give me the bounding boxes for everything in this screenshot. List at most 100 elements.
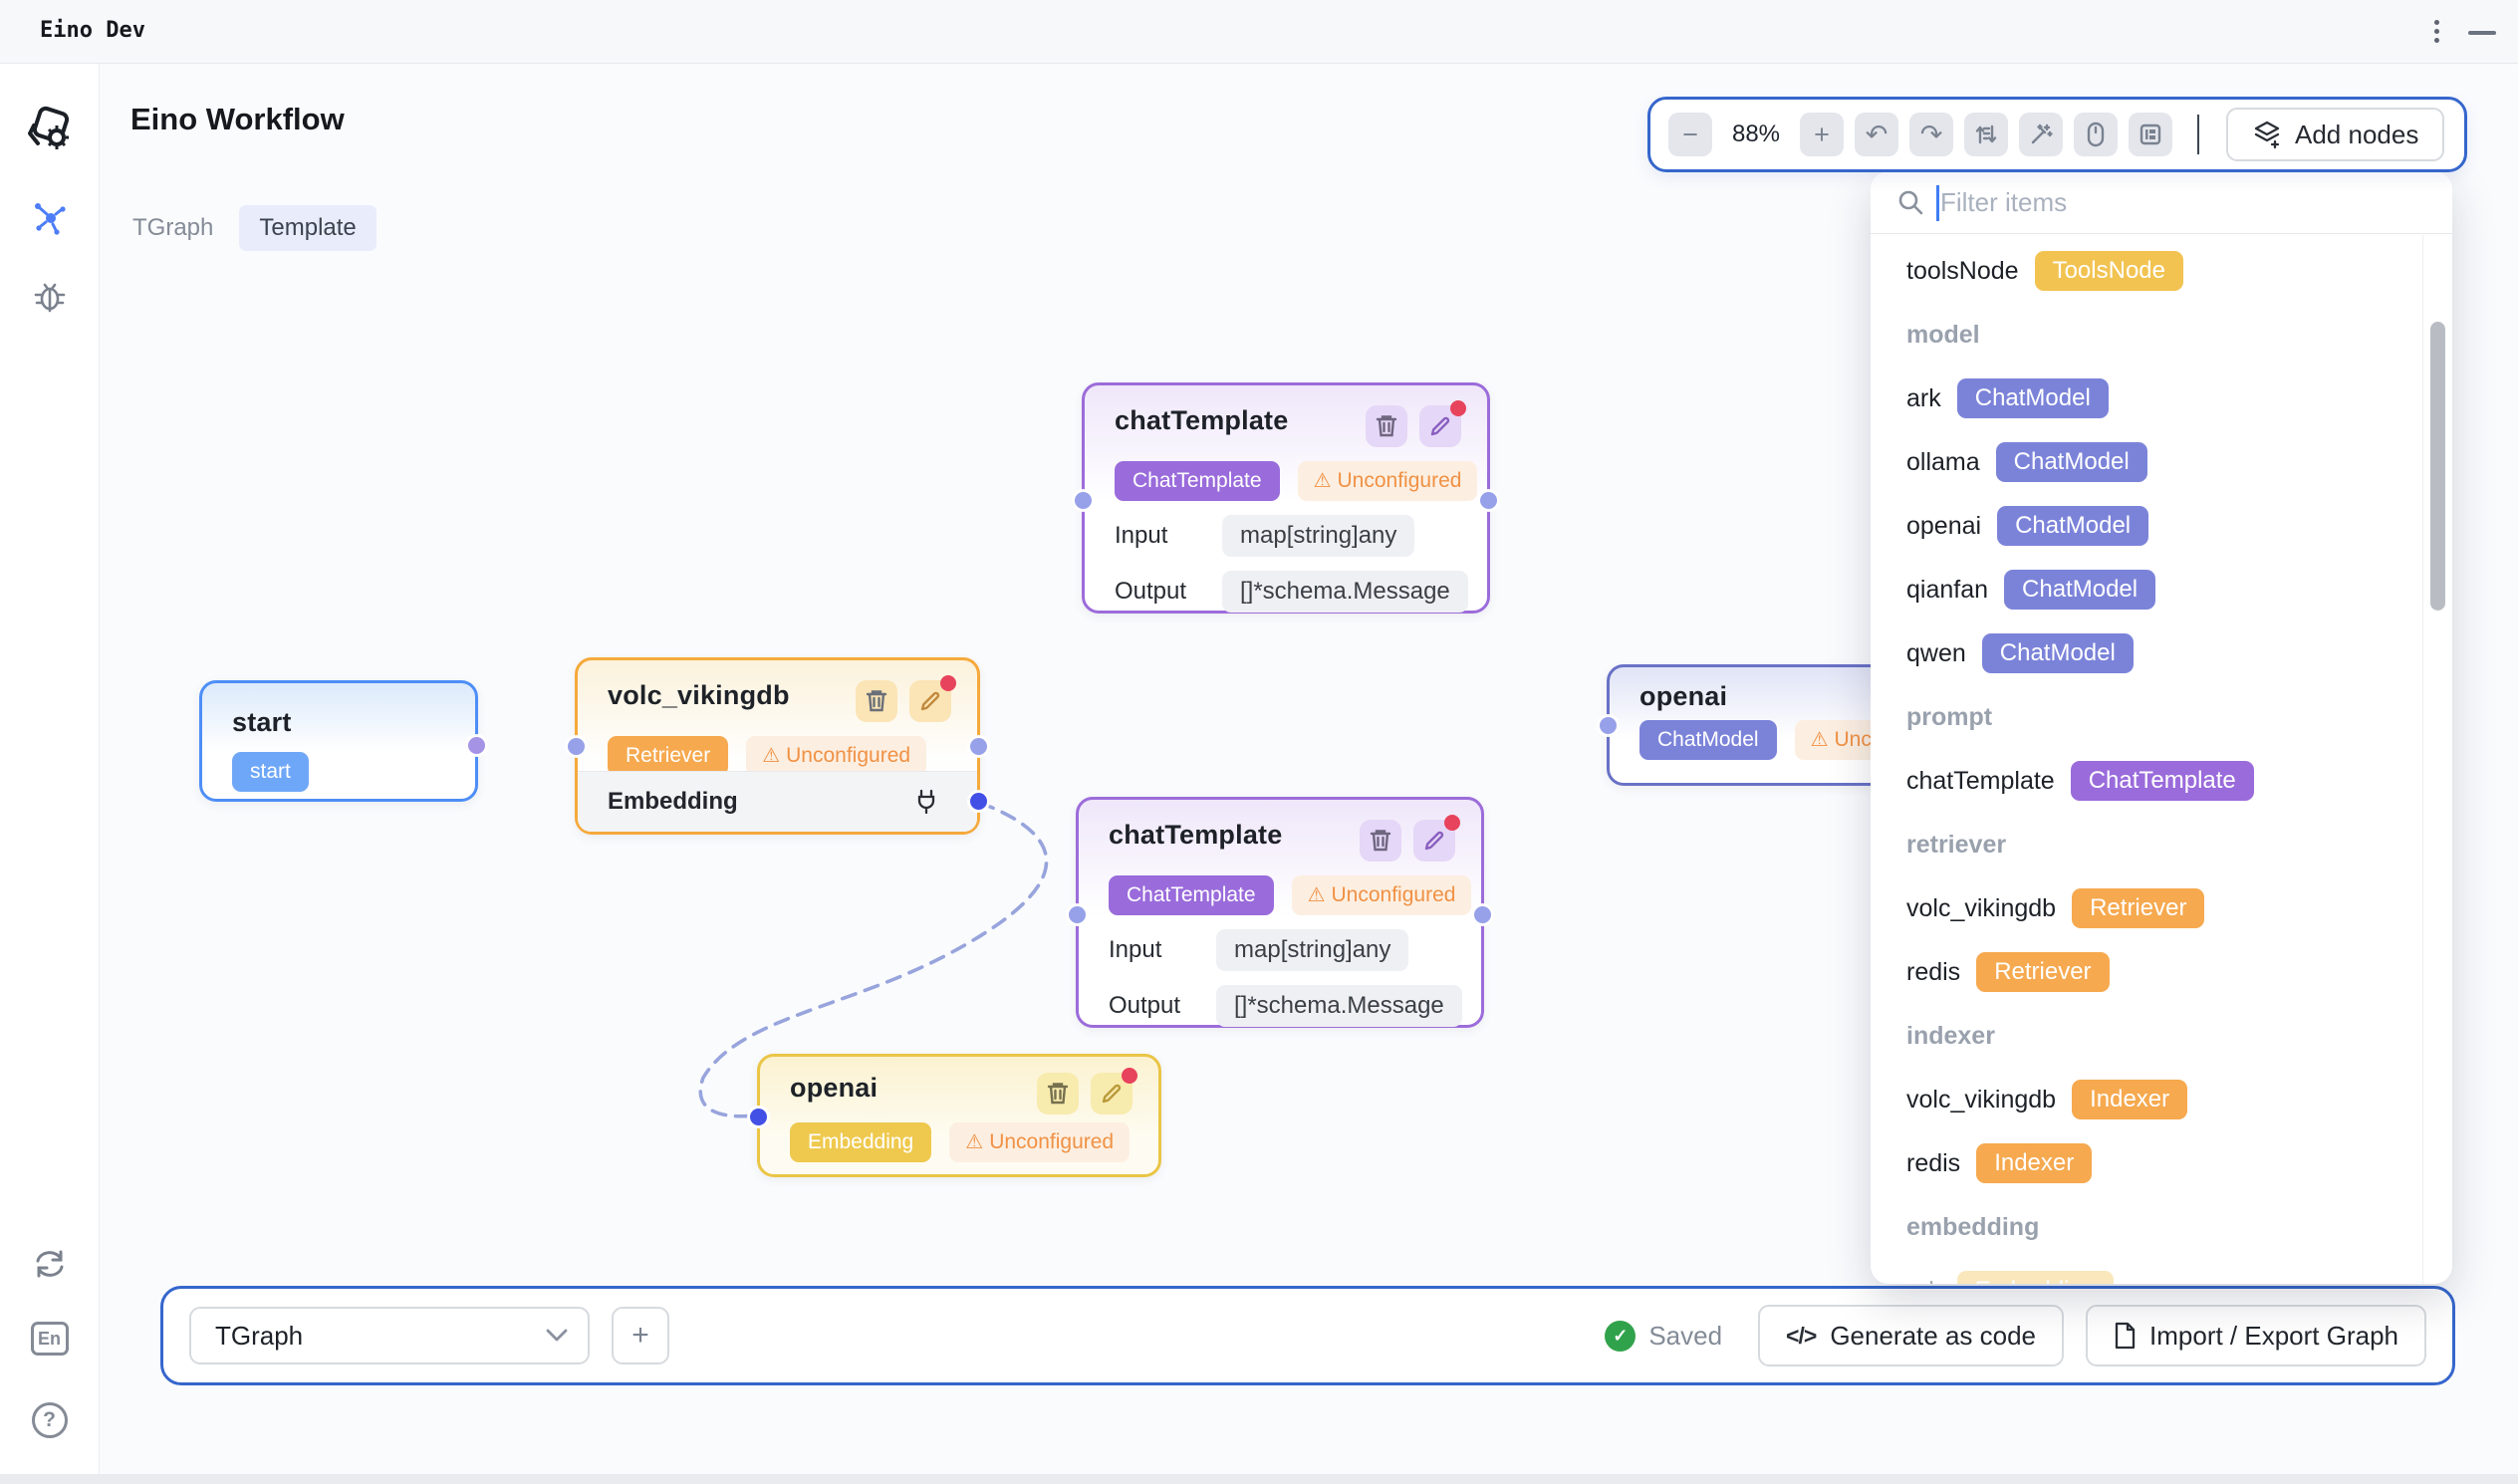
tab-template[interactable]: Template xyxy=(239,205,376,251)
panel-item-qwen[interactable]: qwenChatModel xyxy=(1906,621,2422,685)
embedding-slot[interactable]: Embedding xyxy=(578,771,977,832)
node-start[interactable]: start start xyxy=(199,680,478,802)
port-start-output[interactable] xyxy=(468,737,485,754)
panel-item-redis[interactable]: redisIndexer xyxy=(1906,1131,2422,1195)
delete-node-button[interactable] xyxy=(1366,405,1407,447)
filter-input[interactable] xyxy=(1940,187,2426,218)
unconfigured-badge: ⚠ Unconfigured xyxy=(949,1122,1130,1162)
node-type-badge: ChatTemplate xyxy=(1115,461,1280,501)
save-status: ✓ Saved xyxy=(1605,1321,1722,1352)
add-nodes-panel: toolsNodeToolsNodemodelarkChatModelollam… xyxy=(1871,171,2452,1284)
workflow-graph-icon[interactable] xyxy=(32,201,68,237)
warning-icon: ⚠ xyxy=(1811,730,1829,750)
delete-node-button[interactable] xyxy=(1360,820,1401,862)
panel-section-header: model xyxy=(1906,303,2422,367)
node-openai-embedding[interactable]: openai Embedding ⚠ Unconfigured xyxy=(757,1054,1161,1177)
panel-section-header: retriever xyxy=(1906,813,2422,876)
graph-select[interactable]: TGraph xyxy=(189,1307,590,1364)
edit-node-button[interactable] xyxy=(1419,405,1461,447)
input-type-pill: map[string]any xyxy=(1222,515,1414,557)
delete-node-button[interactable] xyxy=(1037,1073,1079,1114)
port-volc-input[interactable] xyxy=(568,738,585,755)
panel-item-name: qianfan xyxy=(1906,576,1988,605)
node-volc-vikingdb[interactable]: volc_vikingdb Retriever ⚠ Unconfigured xyxy=(575,657,980,835)
graph-tabs: TGraph Template xyxy=(132,205,377,251)
window-menu-icon[interactable] xyxy=(2426,16,2446,48)
zoom-out-button[interactable]: − xyxy=(1668,113,1712,156)
node-type-badge: ChatTemplate xyxy=(1109,875,1274,915)
node-chattemplate-middle[interactable]: chatTemplate ChatTemplate ⚠ Unconfigured xyxy=(1076,797,1484,1028)
help-icon[interactable]: ? xyxy=(32,1402,68,1438)
unsaved-indicator-dot xyxy=(1450,400,1466,416)
toolbar-divider xyxy=(2197,115,2199,154)
delete-node-button[interactable] xyxy=(856,680,897,722)
port-chattemplate-input[interactable] xyxy=(1075,492,1092,509)
panel-item-type-badge: Retriever xyxy=(1976,952,2109,992)
edit-node-button[interactable] xyxy=(1091,1073,1133,1114)
add-graph-button[interactable]: + xyxy=(612,1307,669,1364)
unsaved-indicator-dot xyxy=(940,675,956,691)
debug-bug-icon[interactable] xyxy=(33,281,67,313)
saved-label: Saved xyxy=(1648,1321,1722,1352)
minimap-icon[interactable] xyxy=(2129,113,2172,156)
port-chattemplate-output[interactable] xyxy=(1474,906,1491,923)
port-chattemplate-input[interactable] xyxy=(1069,906,1086,923)
input-type-pill: map[string]any xyxy=(1216,929,1408,971)
panel-item-volc_vikingdb[interactable]: volc_vikingdbRetriever xyxy=(1906,876,2422,940)
panel-item-name: redis xyxy=(1906,1149,1960,1178)
panel-item-type-badge: ChatModel xyxy=(1982,633,2134,673)
panel-item-ark[interactable]: arkChatModel xyxy=(1906,367,2422,430)
search-icon xyxy=(1896,188,1924,216)
language-icon[interactable]: En xyxy=(31,1322,69,1356)
port-chattemplate-output[interactable] xyxy=(1480,492,1497,509)
panel-item-redis[interactable]: redisRetriever xyxy=(1906,940,2422,1004)
node-title: chatTemplate xyxy=(1109,820,1282,851)
undo-icon[interactable]: ↶ xyxy=(1855,113,1898,156)
redo-icon[interactable]: ↷ xyxy=(1909,113,1953,156)
saved-check-icon: ✓ xyxy=(1605,1321,1636,1352)
refresh-icon[interactable] xyxy=(32,1247,68,1281)
window-minimize-icon[interactable] xyxy=(2468,31,2496,35)
tab-tgraph[interactable]: TGraph xyxy=(132,214,213,242)
filter-row xyxy=(1871,171,2452,234)
panel-item-ollama[interactable]: ollamaChatModel xyxy=(1906,430,2422,494)
port-openai-chat-input[interactable] xyxy=(1600,717,1617,734)
warning-icon: ⚠ xyxy=(965,1132,983,1152)
layers-plus-icon xyxy=(2252,120,2282,149)
eino-logo-icon[interactable] xyxy=(24,104,76,155)
node-title: openai xyxy=(790,1073,878,1104)
panel-item-toolsNode[interactable]: toolsNodeToolsNode xyxy=(1906,239,2422,303)
panel-item-name: ark xyxy=(1906,384,1941,413)
panel-scrollbar-thumb[interactable] xyxy=(2430,322,2445,611)
port-volc-output[interactable] xyxy=(970,738,987,755)
panel-item-name: volc_vikingdb xyxy=(1906,1086,2056,1114)
bottom-bar: TGraph + ✓ Saved </> Generate as code Im… xyxy=(160,1286,2455,1385)
panel-item-openai[interactable]: openaiChatModel xyxy=(1906,494,2422,558)
panel-item-name: openai xyxy=(1906,512,1981,541)
warning-icon: ⚠ xyxy=(1308,885,1326,905)
node-title: volc_vikingdb xyxy=(608,680,790,711)
panel-item-volc_vikingdb[interactable]: volc_vikingdbIndexer xyxy=(1906,1068,2422,1131)
generate-as-code-button[interactable]: </> Generate as code xyxy=(1758,1305,2064,1366)
port-openai-embedding-input[interactable] xyxy=(750,1109,767,1125)
edit-node-button[interactable] xyxy=(909,680,951,722)
magic-wand-icon[interactable] xyxy=(2019,113,2063,156)
add-nodes-button[interactable]: Add nodes xyxy=(2226,108,2444,161)
panel-item-ark[interactable]: arkEmbedding xyxy=(1906,1259,2422,1284)
port-volc-embedding[interactable] xyxy=(970,793,987,810)
node-type-badge: ChatModel xyxy=(1639,720,1777,760)
panel-item-qianfan[interactable]: qianfan ChatModel xyxy=(1906,558,2422,621)
warning-icon: ⚠ xyxy=(1314,471,1332,491)
auto-layout-icon[interactable] xyxy=(1964,113,2008,156)
edit-node-button[interactable] xyxy=(1413,820,1455,862)
zoom-in-button[interactable]: + xyxy=(1800,113,1844,156)
node-chattemplate-top[interactable]: chatTemplate ChatTemplate ⚠ Unconfigured xyxy=(1082,382,1490,614)
panel-item-name: toolsNode xyxy=(1906,257,2019,286)
plug-icon xyxy=(915,789,937,815)
panel-item-type-badge: ChatModel xyxy=(2004,570,2155,610)
panel-item-name: ark xyxy=(1906,1277,1941,1285)
mouse-icon[interactable] xyxy=(2074,113,2118,156)
panel-item-type-badge: ChatTemplate xyxy=(2071,761,2254,801)
import-export-graph-button[interactable]: Import / Export Graph xyxy=(2086,1305,2426,1366)
panel-item-chatTemplate[interactable]: chatTemplateChatTemplate xyxy=(1906,749,2422,813)
